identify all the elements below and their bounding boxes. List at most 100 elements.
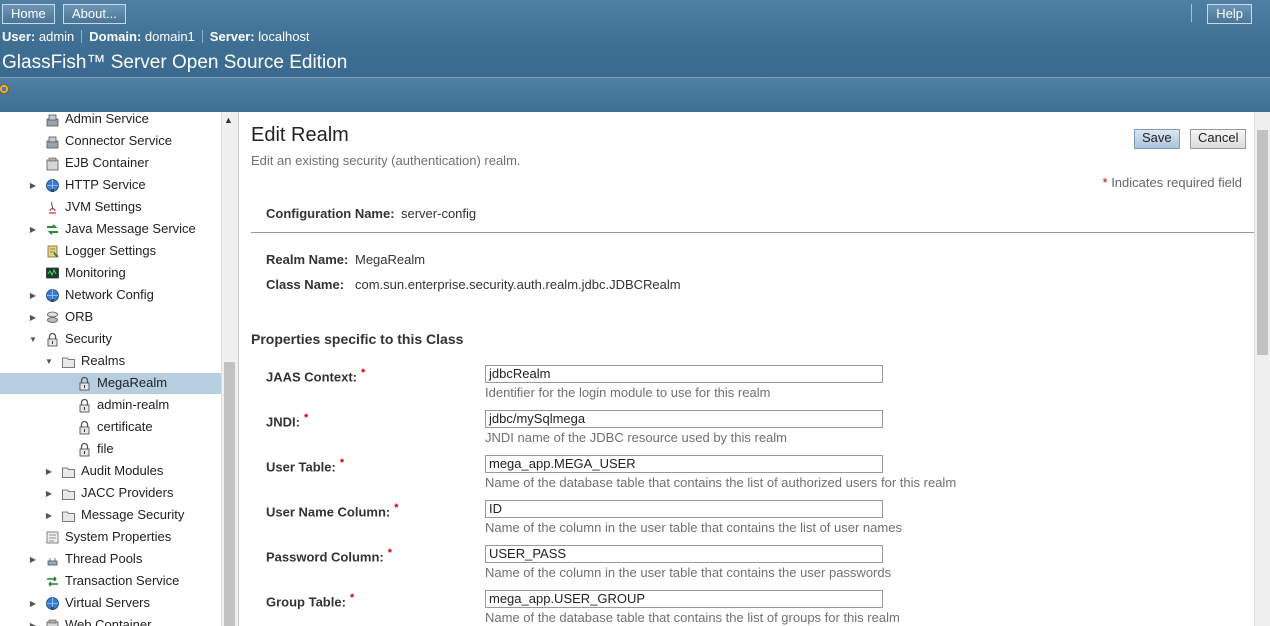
- tree-node-label: Audit Modules: [81, 463, 164, 478]
- tree-node-label: Message Security: [81, 507, 185, 522]
- expand-icon[interactable]: ▶: [29, 616, 37, 626]
- tree-node-certificate[interactable]: certificate: [0, 417, 220, 438]
- lock-icon: [77, 442, 92, 457]
- tree-node-label: Transaction Service: [65, 573, 180, 588]
- tree-node-label: Web Container: [65, 617, 152, 626]
- separator: [81, 30, 83, 43]
- container-icon: [45, 618, 60, 626]
- tree-node-label: Connector Service: [65, 133, 172, 148]
- tree-node-http-service[interactable]: ▶ HTTP Service: [0, 175, 220, 196]
- password-column-label-text: Password Column:: [266, 549, 384, 565]
- message-icon: [45, 222, 60, 237]
- tree-node-orb[interactable]: ▶ ORB: [0, 307, 220, 328]
- about-button[interactable]: About...: [63, 4, 126, 24]
- section-divider: [251, 232, 1254, 233]
- expand-icon[interactable]: ▶: [29, 176, 37, 195]
- content-area: Edit Realm Edit an existing security (au…: [240, 112, 1254, 626]
- tree-node-label: System Properties: [65, 529, 172, 544]
- expand-icon[interactable]: ▶: [29, 220, 37, 239]
- collapse-icon[interactable]: ▼: [29, 330, 37, 349]
- scroll-up-icon[interactable]: ▲: [224, 115, 233, 125]
- help-separator: [1191, 4, 1192, 22]
- toolbar: [0, 77, 1270, 112]
- tree-node-admin-realm[interactable]: admin-realm: [0, 395, 220, 416]
- expand-icon[interactable]: ▶: [29, 550, 37, 569]
- tree-node-label: file: [97, 441, 114, 456]
- content-scrollbar[interactable]: [1254, 112, 1270, 626]
- tree-node-jacc-providers[interactable]: ▶ JACC Providers: [0, 483, 220, 504]
- tree-node-monitoring[interactable]: Monitoring: [0, 263, 220, 284]
- tree-node-security[interactable]: ▼ Security: [0, 329, 220, 350]
- server-value: localhost: [258, 29, 310, 44]
- lock-icon: [77, 398, 92, 413]
- expand-icon[interactable]: ▶: [45, 506, 53, 525]
- required-star: *: [361, 367, 366, 379]
- tree-node-label: admin-realm: [97, 397, 170, 412]
- tree-node-web-container[interactable]: ▶ Web Container: [0, 615, 220, 626]
- tree-node-megarealm[interactable]: MegaRealm: [0, 373, 222, 394]
- nav-scroll-thumb[interactable]: [224, 362, 235, 626]
- expand-icon[interactable]: ▶: [45, 484, 53, 503]
- user-table-label: User Table: *: [266, 457, 344, 474]
- tree-node-label: Monitoring: [65, 265, 126, 280]
- config-name-label: Configuration Name:: [266, 206, 395, 221]
- tree-node-transaction-service[interactable]: Transaction Service: [0, 571, 220, 592]
- class-name-value: com.sun.enterprise.security.auth.realm.j…: [355, 277, 681, 292]
- expand-icon[interactable]: ▶: [45, 462, 53, 481]
- tree-node-file[interactable]: file: [0, 439, 220, 460]
- jaas-context-label: JAAS Context: *: [266, 367, 365, 384]
- expand-icon[interactable]: ▶: [29, 594, 37, 613]
- lock-icon: [77, 420, 92, 435]
- class-name-label: Class Name:: [266, 277, 345, 292]
- properties-icon: [45, 530, 60, 545]
- folder-icon: [61, 508, 76, 523]
- masthead: Home About... Help User: admin Domain: do…: [0, 0, 1270, 77]
- expand-icon[interactable]: ▶: [29, 286, 37, 305]
- user-name-column-input[interactable]: ID: [485, 500, 883, 518]
- properties-heading: Properties specific to this Class: [251, 331, 464, 347]
- service-icon: [45, 112, 60, 127]
- tree-node-network-config[interactable]: ▶ Network Config: [0, 285, 220, 306]
- lock-icon: [77, 376, 92, 391]
- tree-node-message-security[interactable]: ▶ Message Security: [0, 505, 220, 526]
- tree-node-label: Security: [65, 331, 112, 346]
- user-table-input[interactable]: mega_app.MEGA_USER: [485, 455, 883, 473]
- transaction-icon: [45, 574, 60, 589]
- required-field-note: * Indicates required field: [1103, 175, 1242, 190]
- tree-node-virtual-servers[interactable]: ▶ Virtual Servers: [0, 593, 220, 614]
- sync-tree-icon[interactable]: [0, 83, 10, 95]
- jaas-context-help: Identifier for the login module to use f…: [485, 385, 771, 400]
- separator: [201, 30, 203, 43]
- content-scroll-thumb[interactable]: [1257, 130, 1268, 355]
- home-button[interactable]: Home: [2, 4, 55, 24]
- tree-node-admin-service[interactable]: Admin Service: [0, 112, 220, 130]
- expand-icon[interactable]: ▶: [29, 308, 37, 327]
- save-button[interactable]: Save: [1134, 129, 1180, 149]
- tree-node-logger-settings[interactable]: Logger Settings: [0, 241, 220, 262]
- tree-node-jvm-settings[interactable]: JVM Settings: [0, 197, 220, 218]
- tree-node-ejb-container[interactable]: EJB Container: [0, 153, 220, 174]
- cancel-button[interactable]: Cancel: [1190, 129, 1247, 149]
- tree-node-label: Realms: [81, 353, 126, 368]
- tree-node-system-properties[interactable]: System Properties: [0, 527, 220, 548]
- globe-icon: [45, 288, 60, 303]
- tree-node-thread-pools[interactable]: ▶ Thread Pools: [0, 549, 220, 570]
- help-button[interactable]: Help: [1207, 4, 1252, 24]
- tree-node-java-message-service[interactable]: ▶ Java Message Service: [0, 219, 220, 240]
- required-star: *: [339, 457, 345, 469]
- group-table-input[interactable]: mega_app.USER_GROUP: [485, 590, 883, 608]
- jndi-input[interactable]: jdbc/mySqlmega: [485, 410, 883, 428]
- tree-node-audit-modules[interactable]: ▶ Audit Modules: [0, 461, 220, 482]
- collapse-icon[interactable]: ▼: [45, 352, 53, 371]
- tree-node-connector-service[interactable]: Connector Service: [0, 131, 220, 152]
- monitor-icon: [45, 266, 60, 281]
- user-name-column-help: Name of the column in the user table tha…: [485, 520, 902, 535]
- folder-icon: [61, 486, 76, 501]
- password-column-input[interactable]: USER_PASS: [485, 545, 883, 563]
- nav-scrollbar[interactable]: ▲: [221, 112, 238, 626]
- tree-node-realms[interactable]: ▼ Realms: [0, 351, 220, 372]
- tree-node-label: HTTP Service: [65, 177, 146, 192]
- tree-node-label: JVM Settings: [65, 199, 142, 214]
- jaas-context-input[interactable]: jdbcRealm: [485, 365, 883, 383]
- page-title: Edit Realm: [251, 124, 349, 146]
